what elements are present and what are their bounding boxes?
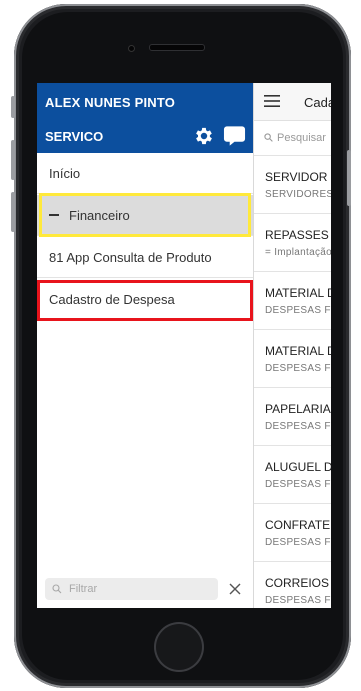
highlight-box-yellow	[39, 193, 251, 237]
drawer-header: ALEX NUNES PINTO SERVICO	[37, 83, 253, 153]
list-item-subtitle: DESPESAS F	[265, 479, 331, 490]
list-item[interactable]: REPASSES = Implantação	[253, 214, 331, 272]
list-item-subtitle: DESPESAS F	[265, 595, 331, 606]
filter-bar	[37, 572, 253, 608]
list-item-title: MATERIAL D	[265, 344, 331, 358]
main-search-placeholder: Pesquisar	[277, 132, 326, 144]
list-item[interactable]: PAPELARIA DESPESAS F	[253, 388, 331, 446]
menu-item-inicio[interactable]: Início	[37, 153, 253, 194]
list-item-subtitle: SERVIDORES	[265, 189, 331, 200]
highlight-box-red	[37, 280, 253, 321]
list-item[interactable]: MATERIAL D DESPESAS F	[253, 330, 331, 388]
company-name: SERVICO	[45, 129, 104, 144]
chat-bubble-icon[interactable]	[223, 125, 246, 147]
list-item-title: CORREIOS	[265, 576, 330, 590]
list-item-title: REPASSES	[265, 228, 329, 242]
list-item-title: SERVIDOR	[265, 170, 328, 184]
user-name: ALEX NUNES PINTO	[45, 95, 176, 110]
volume-up-button	[11, 140, 15, 180]
main-search-field[interactable]: Pesquisar	[253, 121, 331, 156]
app-screen: Cada Pesquisar SERVIDOR SERVIDORES REPAS…	[37, 83, 331, 608]
list-item[interactable]: SERVIDOR SERVIDORES	[253, 156, 331, 214]
mute-switch	[11, 96, 15, 118]
list-item-subtitle: DESPESAS F	[265, 537, 331, 548]
list-item[interactable]: CORREIOS DESPESAS F	[253, 562, 331, 608]
page-title: Cada	[304, 95, 331, 110]
list-item-subtitle: = Implantação	[265, 247, 331, 258]
menu-item-app-consulta-produto[interactable]: 81 App Consulta de Produto	[37, 237, 253, 278]
main-header: Cada	[253, 83, 331, 121]
volume-down-button	[11, 192, 15, 232]
filter-input[interactable]	[45, 578, 218, 600]
menu-item-label: Início	[49, 166, 81, 181]
list-item-title: MATERIAL D	[265, 286, 331, 300]
gear-icon[interactable]	[193, 125, 215, 147]
navigation-drawer: ALEX NUNES PINTO SERVICO Início Financei…	[37, 83, 254, 608]
list-item-title: CONFRATE	[265, 518, 331, 532]
main-content: Cada Pesquisar SERVIDOR SERVIDORES REPAS…	[253, 83, 331, 608]
front-camera	[128, 45, 135, 52]
list-item[interactable]: ALUGUEL D DESPESAS F	[253, 446, 331, 504]
power-button	[347, 150, 351, 206]
list-item-title: ALUGUEL D	[265, 460, 331, 474]
list-item-subtitle: DESPESAS F	[265, 363, 331, 374]
search-icon	[264, 133, 273, 142]
home-button[interactable]	[154, 622, 204, 672]
list-item[interactable]: MATERIAL D DESPESAS F	[253, 272, 331, 330]
list-item-subtitle: DESPESAS F	[265, 305, 331, 316]
close-icon[interactable]	[229, 583, 241, 595]
search-icon	[52, 584, 62, 594]
list-item-title: PAPELARIA	[265, 402, 331, 416]
menu-item-label: 81 App Consulta de Produto	[49, 250, 212, 265]
hamburger-menu-icon[interactable]	[264, 95, 280, 107]
list-item-subtitle: DESPESAS F	[265, 421, 331, 432]
earpiece-speaker	[149, 44, 205, 51]
list-item[interactable]: CONFRATE DESPESAS F	[253, 504, 331, 562]
